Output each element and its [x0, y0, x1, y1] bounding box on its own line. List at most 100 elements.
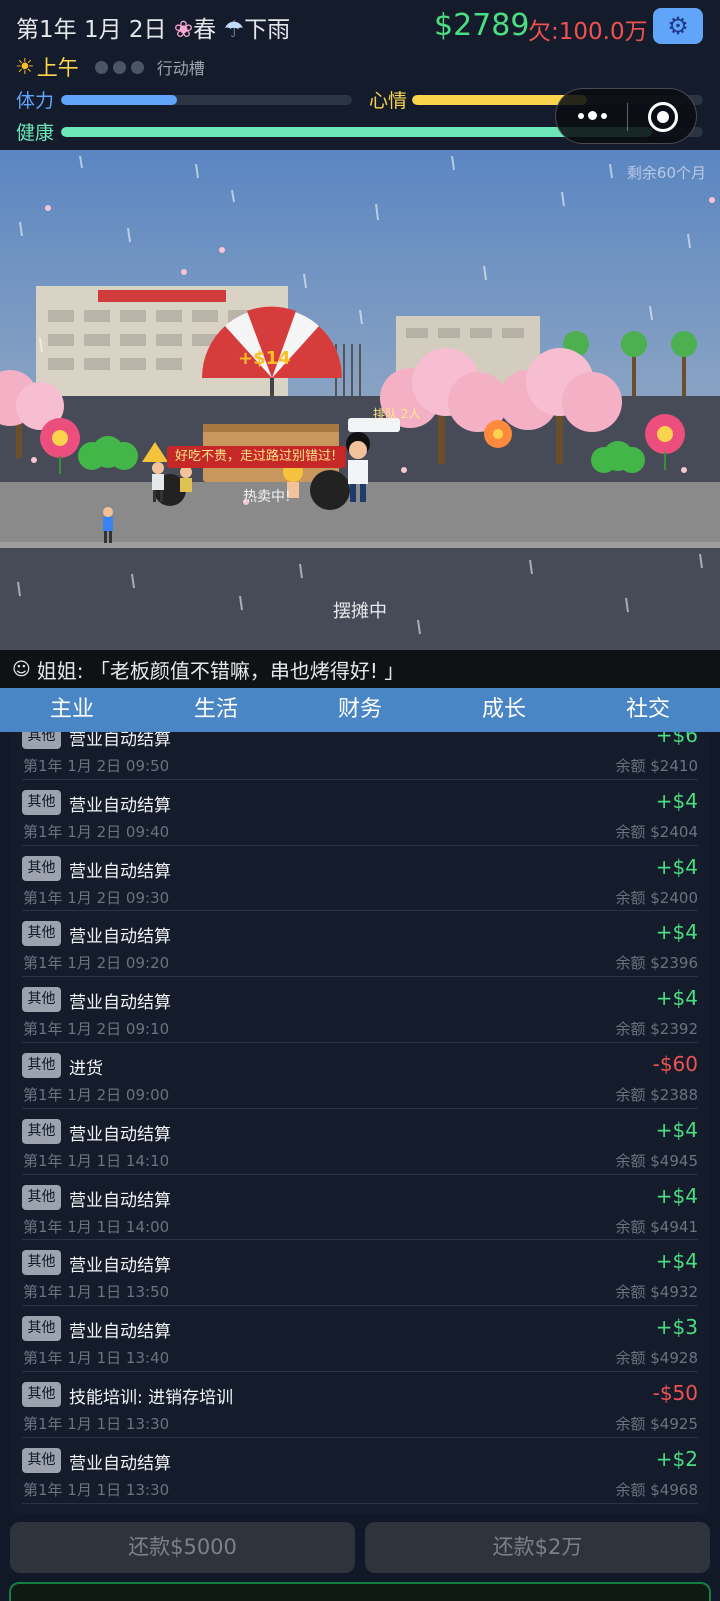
category-badge: 其他 — [22, 1447, 61, 1473]
category-badge: 其他 — [22, 1052, 61, 1078]
category-badge: 其他 — [22, 732, 61, 749]
tab-growth[interactable]: 成长 — [432, 688, 576, 732]
mood-label: 心情 — [369, 90, 408, 112]
street-stall-scene[interactable]: 剩余60个月 +$14 好吃不贵，走过路过别错过! 排队 2人 热卖中! 摆摊中 — [0, 150, 720, 650]
transaction-row: 其他 营业自动结算 第1年 1月 1日 14:00 +$4 余额 $4941 — [22, 1175, 698, 1241]
settings-button[interactable]: ⚙ — [653, 8, 703, 44]
transaction-amount: +$4 — [655, 1183, 698, 1208]
category-badge: 其他 — [22, 1381, 61, 1407]
stamina-bar-fill — [61, 95, 178, 105]
tab-social[interactable]: 社交 — [576, 688, 720, 732]
date-weather-line: 第1年 1月 2日 ❀春 ☂下雨 — [16, 10, 290, 44]
transaction-time: 第1年 1月 1日 14:10 — [23, 1151, 170, 1170]
transaction-time: 第1年 1月 1日 13:40 — [23, 1349, 170, 1368]
transaction-time: 第1年 1月 2日 09:20 — [23, 954, 170, 973]
category-badge: 其他 — [22, 1316, 61, 1342]
repay-20000-button[interactable]: 还款$2万 — [365, 1522, 710, 1573]
rain-cloud-icon: ☂ — [223, 17, 245, 43]
tab-main-business[interactable]: 主业 — [0, 688, 144, 732]
income-float-text: +$14 — [238, 348, 291, 369]
transaction-balance: 余额 $4968 — [615, 1480, 699, 1499]
transaction-amount: -$50 — [652, 1380, 698, 1405]
miniprogram-capsule[interactable] — [555, 88, 697, 144]
category-badge: 其他 — [22, 921, 61, 947]
transaction-title: 进货 — [69, 1058, 103, 1079]
transaction-row: 其他 营业自动结算 第1年 1月 1日 14:10 +$4 余额 $4945 — [22, 1109, 698, 1175]
transaction-title: 营业自动结算 — [69, 861, 171, 882]
stamina-bar — [61, 95, 352, 105]
transaction-amount: +$4 — [655, 986, 698, 1011]
close-miniprogram-icon[interactable] — [648, 102, 678, 132]
repay-5000-button[interactable]: 还款$5000 — [10, 1522, 355, 1573]
transaction-title: 营业自动结算 — [69, 993, 171, 1014]
transaction-amount: +$4 — [655, 1249, 698, 1274]
tab-finance[interactable]: 财务 — [288, 688, 432, 732]
transaction-balance: 余额 $2388 — [615, 1085, 699, 1104]
transaction-row: 其他 营业自动结算第1年 1月 2日 09:40 +$4 余额 $2404 — [22, 780, 698, 846]
category-badge: 其他 — [22, 1184, 61, 1210]
main-tabs: 主业 生活 财务 成长 社交 — [0, 688, 720, 732]
debt-amount: 欠:100.0万 — [528, 19, 648, 45]
transaction-time: 第1年 1月 2日 09:00 — [23, 1085, 170, 1104]
status-header: 第1年 1月 2日 ❀春 ☂下雨 $2789 欠:100.0万 ⚙ ☀ 上午 行… — [0, 0, 720, 150]
transaction-time: 第1年 1月 1日 13:30 — [23, 1480, 170, 1499]
transaction-title: 营业自动结算 — [69, 1256, 171, 1277]
transaction-title: 营业自动结算 — [69, 795, 171, 816]
action-slots-label: 行动槽 — [156, 59, 205, 78]
transaction-time: 第1年 1月 2日 09:40 — [23, 822, 170, 841]
category-badge: 其他 — [22, 1118, 61, 1144]
transaction-time: 第1年 1月 2日 09:10 — [23, 1020, 170, 1039]
transaction-title: 营业自动结算 — [69, 1322, 171, 1343]
transaction-amount: +$2 — [655, 1446, 698, 1471]
transaction-time: 第1年 1月 1日 13:50 — [23, 1283, 170, 1302]
transaction-row: 其他 营业自动结算第1年 1月 2日 09:30 +$4 余额 $2400 — [22, 846, 698, 912]
transaction-list[interactable]: 其他 营业自动结算 第1年 1月 2日 09:50 +$6 余额 $2410 其他 营业自动… — [22, 732, 698, 1504]
transaction-balance: 余额 $2410 — [615, 757, 699, 775]
transaction-balance: 余额 $4945 — [615, 1151, 699, 1170]
more-menu-icon[interactable] — [578, 111, 611, 120]
transaction-amount: +$3 — [655, 1315, 698, 1340]
stall-hot-status: 热卖中! — [243, 489, 291, 505]
capsule-divider — [627, 103, 628, 131]
transaction-row: 其他 营业自动结算第1年 1月 2日 09:10 +$4 余额 $2392 — [22, 977, 698, 1043]
months-remaining: 剩余60个月 — [626, 164, 706, 182]
transaction-balance: 余额 $2404 — [615, 822, 699, 841]
transaction-amount: +$4 — [655, 788, 698, 813]
category-badge: 其他 — [22, 987, 61, 1013]
transaction-balance: 余额 $4928 — [615, 1349, 699, 1368]
sun-icon: ☀ — [15, 54, 35, 80]
tab-life[interactable]: 生活 — [144, 688, 288, 732]
transaction-title: 技能培训: 进销存培训 — [69, 1387, 234, 1408]
stamina-label: 体力 — [16, 90, 55, 112]
transaction-row: 其他 营业自动结算第1年 1月 1日 13:50 +$4 余额 $4932 — [22, 1240, 699, 1307]
transaction-title: 营业自动结算 — [69, 732, 171, 750]
transaction-balance: 余额 $4941 — [615, 1217, 699, 1236]
category-badge: 其他 — [22, 789, 61, 815]
transaction-row: 其他 营业自动结算第1年 1月 1日 13:40 +$3 余额 $4928 — [22, 1306, 698, 1372]
action-slot-dot — [94, 60, 108, 74]
transaction-title: 营业自动结算 — [69, 1453, 171, 1474]
transaction-time: 第1年 1月 2日 09:30 — [23, 888, 170, 907]
transaction-amount: +$4 — [655, 920, 698, 945]
money-amount: $2789 — [434, 8, 530, 43]
stall-slogan-banner: 好吃不贵，走过路过别错过! — [167, 446, 347, 468]
transaction-balance: 余额 $2392 — [615, 1020, 699, 1039]
transaction-row: 其他 营业自动结算第1年 1月 1日 13:30 +$2 余额 $4968 — [22, 1438, 698, 1504]
category-badge: 其他 — [22, 855, 61, 881]
cherry-blossom-icon: ❀ — [173, 17, 194, 43]
health-label: 健康 — [16, 122, 55, 144]
transaction-row: 其他 营业自动结算 第1年 1月 2日 09:20 +$4 余额 $2396 — [22, 911, 698, 978]
customer-comment-bar: ☺ 姐姐: 「老板颜值不错嘛，串也烤得好! 」 — [0, 650, 720, 688]
activity-status: 摆摊中 — [333, 601, 387, 622]
transaction-time: 第1年 1月 2日 09:50 — [23, 757, 170, 775]
girl-avatar-icon: ☺ — [12, 658, 31, 680]
category-badge: 其他 — [22, 1250, 61, 1276]
transaction-balance: 余额 $2400 — [615, 888, 699, 907]
bottom-action-bar[interactable] — [9, 1582, 711, 1601]
weather-text: 下雨 — [244, 17, 291, 43]
transaction-amount: +$4 — [655, 854, 698, 879]
time-of-day: 上午 — [36, 56, 79, 80]
transaction-list-panel[interactable]: 其他 营业自动结算 第1年 1月 2日 09:50 +$6 余额 $2410 其他 营业自动… — [10, 732, 710, 1514]
action-slot-dot — [112, 60, 126, 74]
transaction-balance: 余额 $4932 — [615, 1283, 699, 1302]
